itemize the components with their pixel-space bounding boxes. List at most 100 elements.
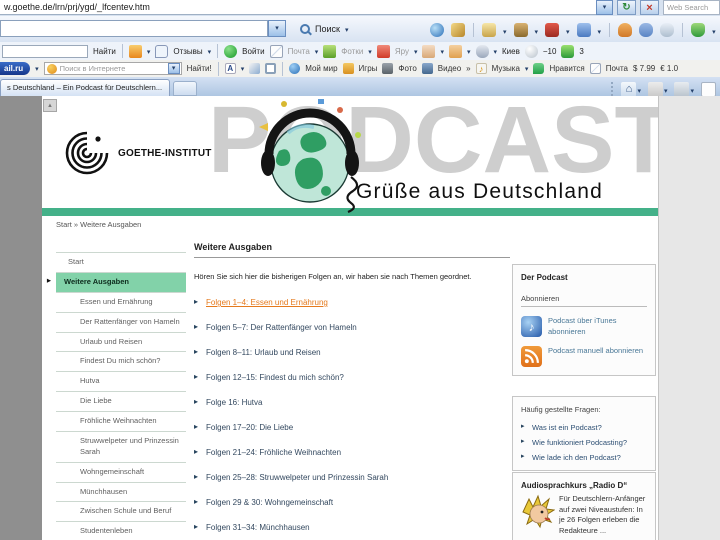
mailru-find-button[interactable]: Найти! — [187, 64, 212, 73]
yaru-figure-icon[interactable] — [376, 44, 390, 58]
sidebar-item-zwischen-schule-und-beruf[interactable]: Zwischen Schule und Beruf — [56, 502, 186, 523]
episode-link[interactable]: Folgen 21–24: Fröhliche Weihnachten — [194, 447, 510, 457]
sidebar-item-weitere-ausgaben[interactable]: Weitere Ausgaben — [47, 272, 186, 293]
like-bubble-icon[interactable] — [533, 63, 545, 74]
rss-subscribe-link[interactable]: Podcast manuell abonnieren — [521, 346, 647, 367]
chevron-down-icon[interactable] — [147, 47, 151, 56]
photos-button[interactable]: Фотки — [341, 47, 363, 56]
feedback-bubble-icon[interactable] — [155, 44, 169, 58]
chevron-down-icon[interactable] — [167, 63, 180, 74]
pet-icon[interactable] — [475, 44, 489, 58]
stop-button[interactable] — [640, 0, 659, 15]
chevron-down-icon[interactable] — [414, 47, 418, 56]
episode-link[interactable]: Folgen 17–20: Die Liebe — [194, 422, 510, 432]
goethe-logo[interactable]: GOETHE-INSTITUT — [64, 130, 212, 176]
login-icon[interactable] — [224, 44, 238, 58]
group-icon[interactable] — [639, 23, 654, 37]
faq-link[interactable]: Was ist ein Podcast? — [521, 422, 647, 432]
mail-button[interactable]: Почта — [288, 47, 310, 56]
episode-link[interactable]: Folge 16: Hutva — [194, 397, 510, 407]
combo-dropdown-button[interactable] — [268, 20, 286, 37]
yandex-search-button[interactable]: Поиск — [300, 19, 348, 38]
cards-icon[interactable] — [576, 23, 591, 37]
sidebar-item-wohngemeinschaft[interactable]: Wohngemeinschaft — [56, 463, 186, 483]
sidebar-item-froehliche-weihnachten[interactable]: Fröhliche Weihnachten — [56, 412, 186, 432]
web-search-input[interactable]: Web Search — [663, 0, 720, 15]
mailru-search-input[interactable]: Поиск в Интернете — [43, 62, 182, 75]
itunes-subscribe-link[interactable]: Podcast über iTunes abonnieren — [521, 316, 647, 337]
scroll-top-button[interactable] — [43, 99, 57, 112]
mail-envelope-icon[interactable] — [269, 44, 283, 58]
browser-tab[interactable]: s Deutschland – Ein Podcast für Deutschl… — [0, 79, 170, 96]
chevron-down-icon[interactable] — [525, 64, 529, 73]
pen-icon[interactable] — [249, 63, 261, 74]
chevron-down-icon[interactable] — [503, 21, 507, 39]
music-button[interactable]: Музыка — [492, 64, 520, 73]
login-button[interactable]: Войти — [242, 47, 264, 56]
faq-link[interactable]: Wie lade ich den Podcast? — [521, 452, 647, 462]
photos-icon[interactable] — [323, 44, 337, 58]
sidebar-item-start[interactable]: Start — [56, 253, 186, 273]
games-button[interactable]: Игры — [359, 64, 378, 73]
shield-icon[interactable] — [691, 23, 706, 37]
sidebar-item-rattenfaenger[interactable]: Der Rattenfänger von Hameln — [56, 313, 186, 333]
my-world-icon[interactable] — [289, 63, 301, 74]
episode-link[interactable]: Folgen 29 & 30: Wohngemeinschaft — [194, 497, 510, 507]
sidebar-item-findest-du-mich-schoen[interactable]: Findest Du mich schön? — [56, 352, 186, 373]
chevron-down-icon[interactable] — [208, 47, 212, 56]
chevron-down-icon[interactable] — [598, 21, 602, 39]
chevron-down-icon[interactable] — [467, 47, 471, 56]
episode-link[interactable]: Folgen 5–7: Der Rattenfänger von Hameln — [194, 322, 510, 332]
misc-icon[interactable] — [448, 44, 462, 58]
games-icon[interactable] — [342, 63, 354, 74]
sidebar-item-essen-und-ernaehrung[interactable]: Essen und Ernährung — [56, 293, 186, 313]
address-dropdown-button[interactable] — [596, 0, 613, 15]
photo-camera-icon[interactable] — [382, 63, 394, 74]
sidebar-item-urlaub-und-reisen[interactable]: Urlaub und Reisen — [56, 333, 186, 353]
chevron-down-icon[interactable] — [712, 21, 716, 39]
music-note-icon[interactable] — [475, 63, 487, 74]
page-button[interactable] — [699, 81, 718, 96]
chevron-down-icon[interactable] — [368, 47, 372, 56]
mail-counter-icon[interactable] — [561, 44, 575, 58]
like-button[interactable]: Нравится — [549, 64, 584, 73]
chevron-down-icon[interactable] — [440, 47, 444, 56]
video-button[interactable]: Видео — [438, 64, 461, 73]
mail-envelope-icon[interactable] — [589, 63, 601, 74]
chevron-down-icon[interactable] — [535, 21, 539, 39]
globe-icon[interactable] — [430, 23, 444, 37]
toolbar-search-input[interactable] — [2, 44, 88, 58]
video-film-icon[interactable] — [421, 63, 433, 74]
chevron-down-icon[interactable] — [35, 64, 39, 73]
my-world-button[interactable]: Мой мир — [305, 64, 337, 73]
money-icon[interactable] — [482, 23, 496, 37]
chevron-down-icon[interactable] — [315, 47, 319, 56]
keys-icon[interactable] — [451, 23, 465, 37]
address-input[interactable]: w.goethe.de/lrn/prj/ygd/_lfcentev.htm — [0, 0, 596, 15]
faq-link[interactable]: Wie funktioniert Podcasting? — [521, 437, 647, 447]
mailru-logo[interactable]: ail.ru — [0, 62, 31, 75]
person-icon[interactable] — [618, 23, 633, 37]
go-refresh-button[interactable] — [617, 0, 636, 15]
episode-link[interactable]: Folgen 1–4: Essen und Ernährung — [194, 297, 510, 307]
misc-icon[interactable] — [422, 44, 436, 58]
episode-link[interactable]: Folgen 12–15: Findest du mich schön? — [194, 372, 510, 382]
sidebar-item-struwwelpeter[interactable]: Struwwelpeter und Prinzessin Sarah — [56, 432, 186, 463]
safe-icon[interactable] — [513, 23, 528, 37]
yaru-button[interactable]: Яру — [395, 47, 409, 56]
reviews-button[interactable]: Отзывы — [173, 47, 202, 56]
mailru-mail-button[interactable]: Почта — [606, 64, 628, 73]
toolbar-combo-input[interactable] — [0, 20, 268, 37]
episode-link[interactable]: Folgen 8–11: Urlaub und Reisen — [194, 347, 510, 357]
photo-button[interactable]: Фото — [398, 64, 416, 73]
episode-link[interactable]: Folgen 25–28: Struwwelpeter und Prinzess… — [194, 472, 510, 482]
find-button[interactable]: Найти — [93, 47, 116, 56]
chevron-down-icon[interactable] — [566, 21, 570, 39]
frame-icon[interactable] — [265, 63, 277, 74]
more-chevron[interactable]: » — [466, 64, 470, 73]
sidebar-item-hutva[interactable]: Hutva — [56, 372, 186, 393]
chevron-down-icon[interactable] — [241, 64, 245, 73]
person-search-icon[interactable] — [660, 23, 675, 37]
sidebar-item-muenchhausen[interactable]: Münchhausen — [56, 483, 186, 503]
chevron-down-icon[interactable] — [494, 47, 498, 56]
